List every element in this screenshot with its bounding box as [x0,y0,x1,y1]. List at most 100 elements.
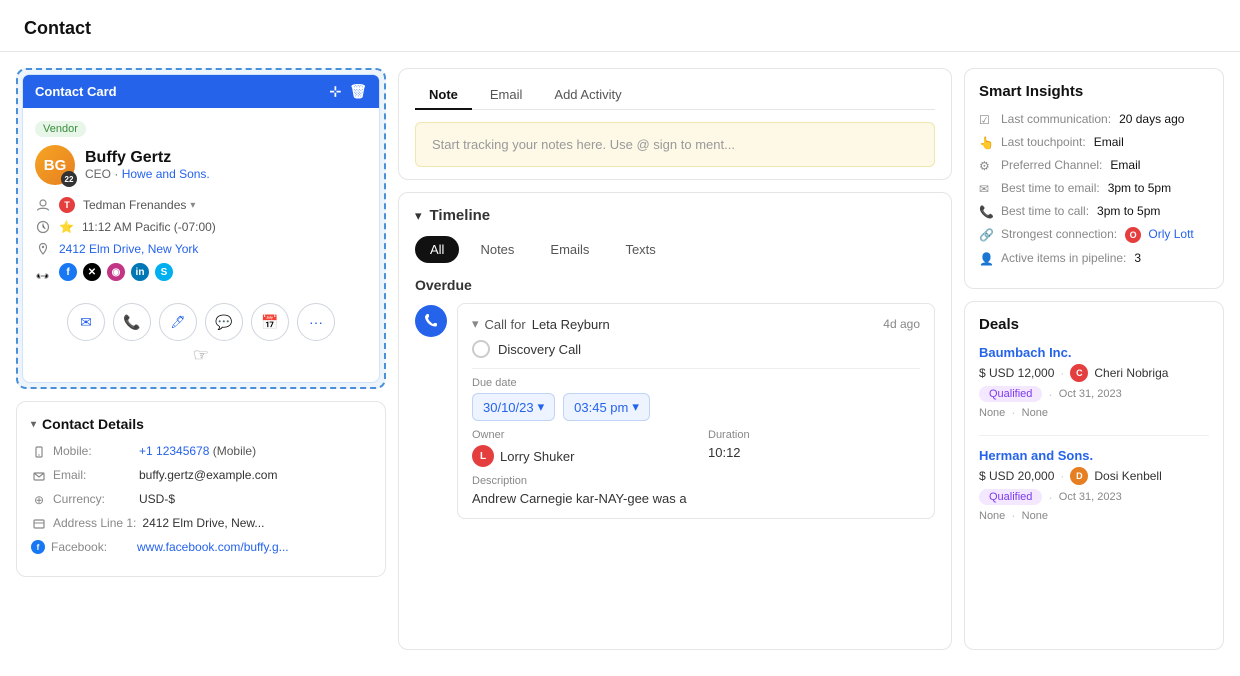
due-time-btn[interactable]: 03:45 pm ▾ [563,393,650,421]
delete-icon[interactable]: 🗑 [349,83,367,100]
tab-note[interactable]: Note [415,81,472,110]
event-task: Discovery Call [472,340,920,358]
address-label: Address Line 1: [53,516,136,530]
timeline-event: ▾ Call for Leta Reyburn 4d ago Discovery… [415,303,935,519]
sms-action-btn[interactable]: 💬 [205,303,243,341]
deals-card: Deals Baumbach Inc. $ USD 12,000 · C Che… [964,301,1224,650]
contact-card-header: Contact Card ⊹ 🗑 [23,75,379,108]
address-icon [31,516,47,532]
deal-none-1: None · None [979,405,1209,420]
touchpoint-value: Email [1094,135,1124,149]
due-date-row: Due date 30/10/23 ▾ 03:45 pm ▾ [472,377,920,421]
currency-icon: ⊕ [31,492,47,508]
task-checkbox[interactable] [472,340,490,358]
action-buttons: ✉ 📞 🖊 💬 📅 ··· [35,295,367,345]
due-date-btn[interactable]: 30/10/23 ▾ [472,393,555,421]
due-label: Due date [472,377,920,389]
owner-avatar: L [472,445,494,467]
clock-icon [35,219,51,235]
description-text: Andrew Carnegie kar-NAY-gee was a [472,491,920,506]
skype-icon[interactable]: S [155,263,173,281]
timeline-header[interactable]: ▾ Timeline [415,207,935,224]
mobile-icon [31,444,47,460]
contact-card-title: Contact Card [35,84,117,99]
contact-details-header[interactable]: ▾ Contact Details [31,416,371,432]
filter-texts[interactable]: Texts [610,236,670,263]
deal-item-1: Baumbach Inc. $ USD 12,000 · C Cheri Nob… [979,345,1209,436]
filter-notes[interactable]: Notes [465,236,529,263]
filter-all[interactable]: All [415,236,459,263]
more-action-btn[interactable]: ··· [297,303,335,341]
owner-name: Tedman Frenandes ▾ [83,198,195,212]
event-time: 4d ago [883,317,920,331]
note-input[interactable]: Start tracking your notes here. Use @ si… [415,122,935,167]
avatar-badge: 22 [61,171,77,187]
smart-insights-title: Smart Insights [979,83,1209,100]
tab-email[interactable]: Email [476,81,537,110]
currency-label: Currency: [53,492,133,506]
owner-name: Lorry Shuker [500,449,574,464]
event-card: ▾ Call for Leta Reyburn 4d ago Discovery… [457,303,935,519]
channel-icon: ⚙ [979,159,993,173]
touchpoint-label: Last touchpoint: [1001,135,1086,149]
deal-none-2b: None [1022,510,1048,522]
insight-call-time: 📞 Best time to call: 3pm to 5pm [979,204,1209,219]
company-link[interactable]: Howe and Sons. [122,167,210,181]
duration-col: Duration 10:12 [708,429,920,467]
avatar: BG 22 [35,145,75,185]
contact-profile: BG 22 Buffy Gertz CEO · Howe and Sons. [35,145,367,185]
contact-name-block: Buffy Gertz CEO · Howe and Sons. [85,149,210,181]
owner-label: Owner [472,429,684,441]
mobile-label: Mobile: [53,444,133,458]
call-action-btn[interactable]: 📞 [113,303,151,341]
contact-card-body: Vendor BG 22 Buffy Gertz CEO · [23,108,379,382]
call-time-label: Best time to call: [1001,204,1089,218]
main-layout: Contact Card ⊹ 🗑 Vendor BG 22 [0,52,1240,666]
insight-last-comm: ☑ Last communication: 20 days ago [979,112,1209,127]
owner-row: T Tedman Frenandes ▾ [35,197,367,213]
twitter-icon[interactable]: ✕ [83,263,101,281]
deal-name-2[interactable]: Herman and Sons. [979,448,1209,463]
email-action-btn[interactable]: ✉ [67,303,105,341]
contact-card-wrapper: Contact Card ⊹ 🗑 Vendor BG 22 [16,68,386,389]
instagram-icon[interactable]: ◉ [107,263,125,281]
location-value[interactable]: 2412 Elm Drive, New York [59,242,198,256]
contact-details-title: Contact Details [42,416,144,432]
address-value: 2412 Elm Drive, New... [142,516,264,530]
move-icon[interactable]: ⊹ [329,83,341,100]
social-icons: f ✕ ◉ in S [59,263,173,281]
location-row: 2412 Elm Drive, New York [35,241,367,257]
filter-emails[interactable]: Emails [535,236,604,263]
note-action-btn[interactable]: 🖊 [159,303,197,341]
contact-name: Buffy Gertz [85,149,210,167]
contact-card: Contact Card ⊹ 🗑 Vendor BG 22 [22,74,380,383]
connection-label: Strongest connection: [1001,227,1117,241]
timeline-chevron: ▾ [415,208,422,224]
collapse-icon[interactable]: ▾ [472,316,479,332]
duration-label: Duration [708,429,920,441]
deal-amount-2: $ USD 20,000 · D Dosi Kenbell [979,467,1209,485]
facebook-value[interactable]: www.facebook.com/buffy.g... [137,540,289,554]
deal-amount-1: $ USD 12,000 · C Cheri Nobriga [979,364,1209,382]
call-time-value: 3pm to 5pm [1097,204,1160,218]
owner-dropdown[interactable]: ▾ [190,200,195,211]
insight-connection: 🔗 Strongest connection: O Orly Lott [979,227,1209,243]
linkedin-icon[interactable]: in [131,263,149,281]
facebook-icon[interactable]: f [59,263,77,281]
insight-email-time: ✉ Best time to email: 3pm to 5pm [979,181,1209,196]
calendar-action-btn[interactable]: 📅 [251,303,289,341]
overdue-label: Overdue [415,277,935,293]
deal-tags-1: Qualified · Oct 31, 2023 [979,386,1209,402]
tab-add-activity[interactable]: Add Activity [540,81,635,110]
header-icons: ⊹ 🗑 [329,83,367,100]
email-time-label: Best time to email: [1001,181,1100,195]
page-wrapper: Contact Contact Card ⊹ 🗑 Vendor [0,0,1240,676]
deal-name-1[interactable]: Baumbach Inc. [979,345,1209,360]
pipeline-value: 3 [1134,251,1141,265]
contact-details-card: ▾ Contact Details Mobile: +1 12345678 (M… [16,401,386,577]
event-card-header: ▾ Call for Leta Reyburn 4d ago [472,316,920,332]
email-row: Email: buffy.gertz@example.com [31,468,371,484]
tabs-row: Note Email Add Activity [415,81,935,110]
event-person: Leta Reyburn [532,317,610,332]
email-time-icon: ✉ [979,182,993,196]
